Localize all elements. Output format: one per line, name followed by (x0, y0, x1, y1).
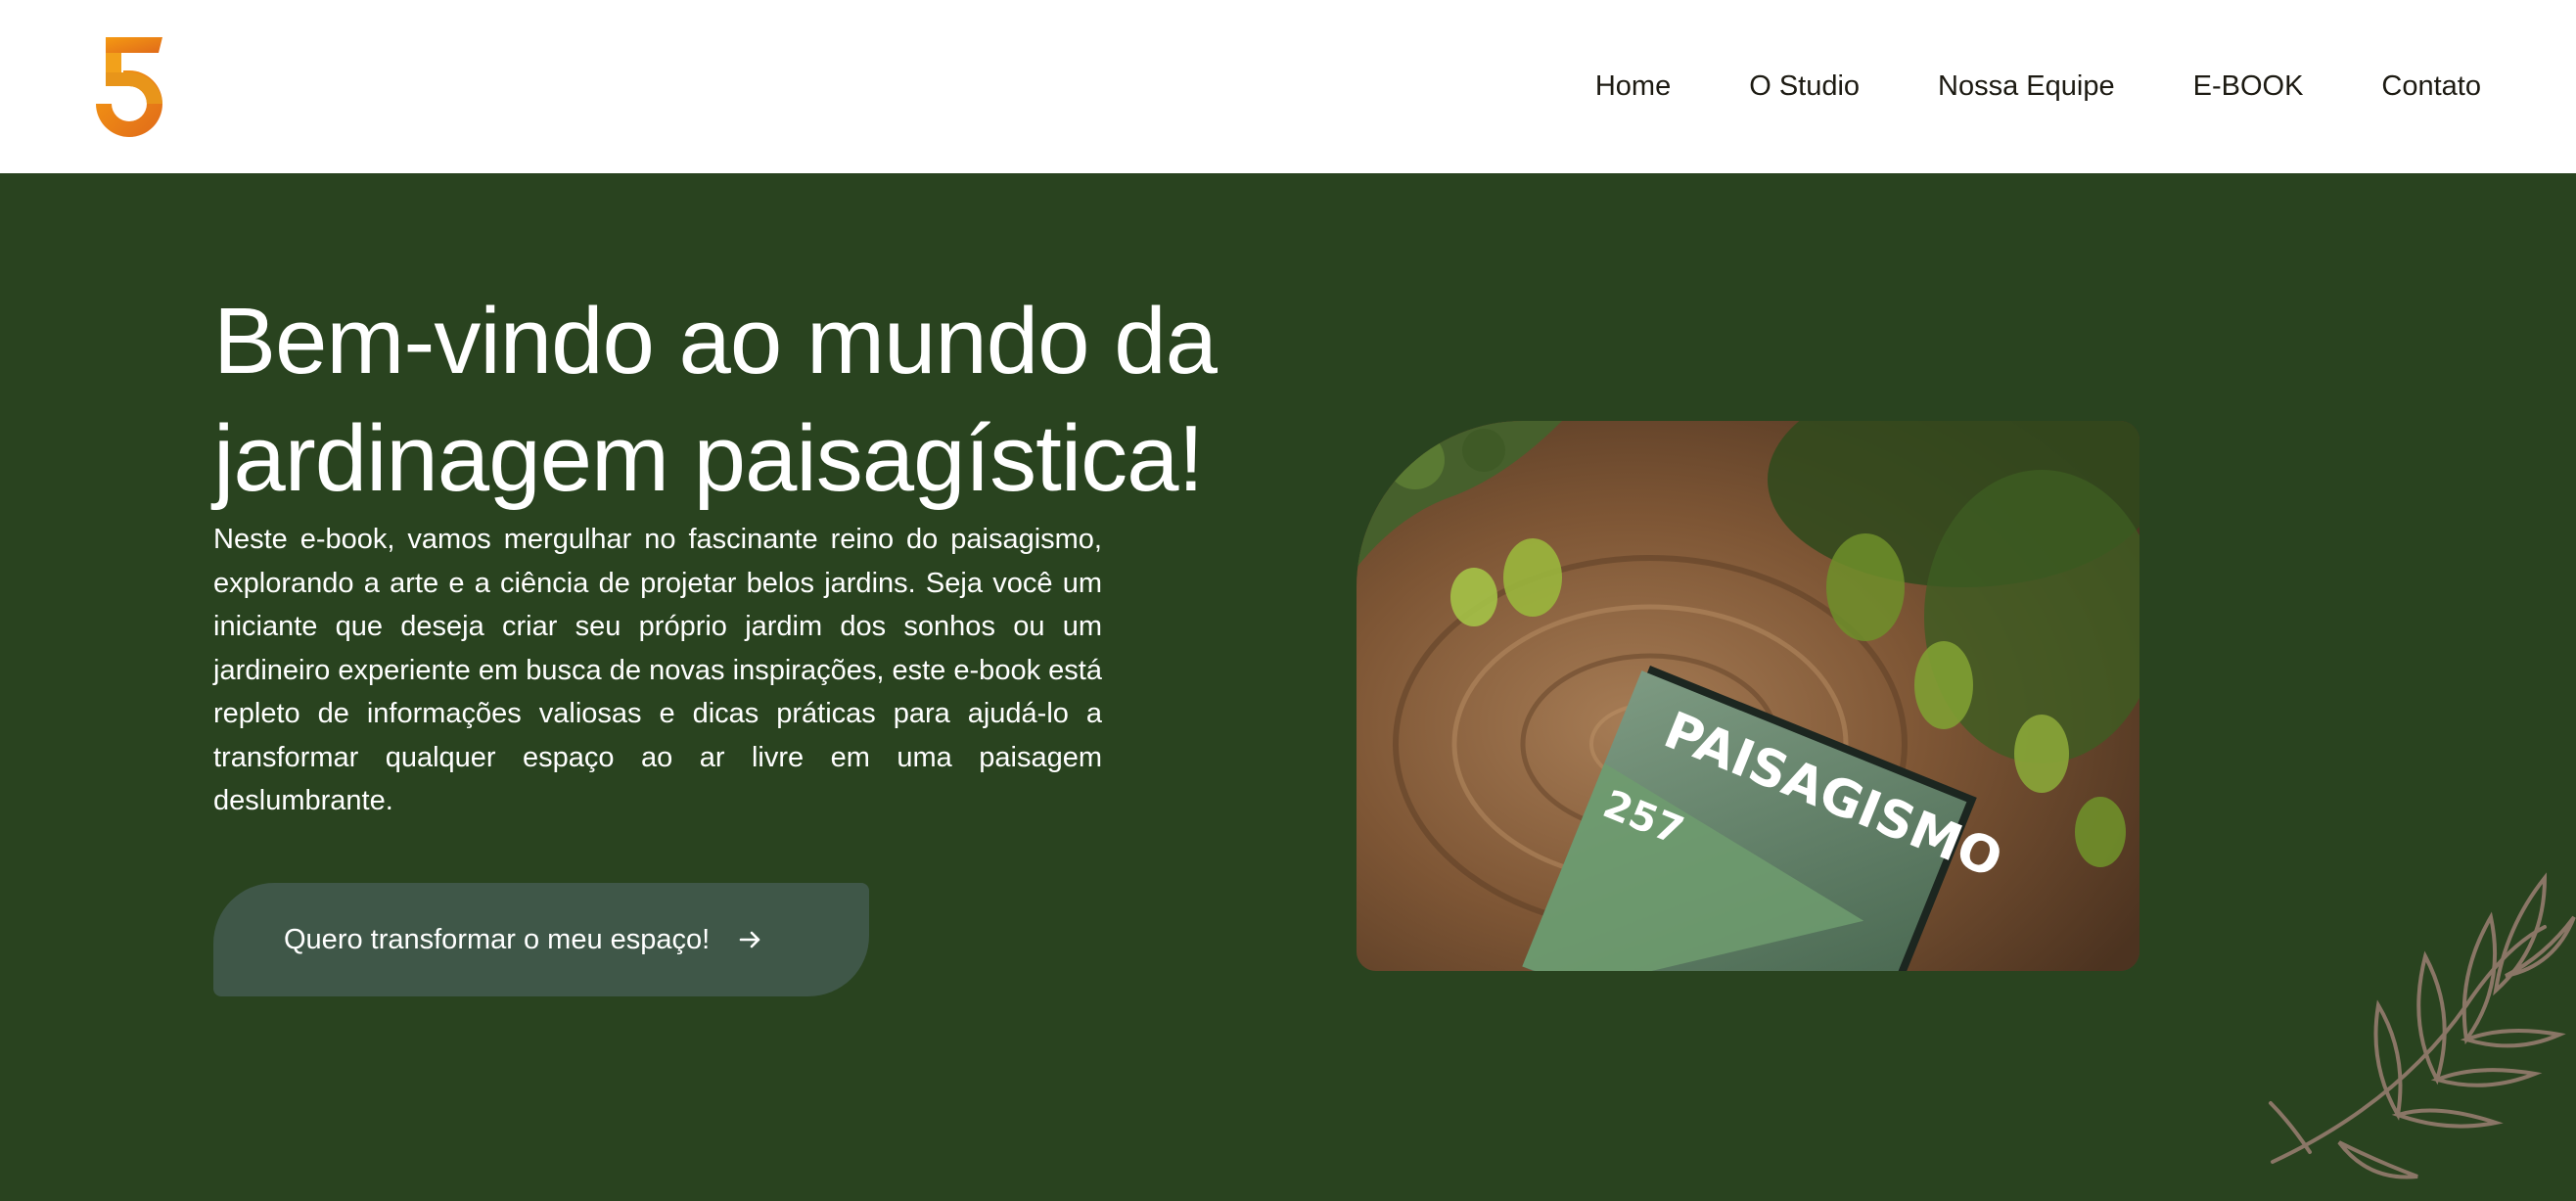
main-nav: Home O Studio Nossa Equipe E-BOOK Contat… (1517, 0, 2481, 173)
ebook-photo: PAISAGISMO 257 (1357, 421, 2139, 971)
arrow-right-icon (739, 931, 760, 948)
cta-label: Quero transformar o meu espaço! (284, 923, 711, 955)
nav-contato[interactable]: Contato (2381, 70, 2481, 103)
ebook-cover-image: PAISAGISMO 257 (1357, 421, 2139, 971)
hero-section: Bem-vindo ao mundo da jardinagem paisagí… (0, 173, 2576, 1186)
logo-icon[interactable] (94, 37, 162, 137)
hero-title: Bem-vindo ao mundo da jardinagem paisagí… (213, 289, 1218, 511)
nav-home[interactable]: Home (1595, 70, 1671, 103)
leaf-branch-icon (2269, 872, 2576, 1179)
cta-button[interactable]: Quero transformar o meu espaço! (213, 883, 869, 996)
nav-nossa-equipe[interactable]: Nossa Equipe (1938, 70, 2115, 103)
hero-description: Neste e-book, vamos mergulhar no fascina… (213, 524, 1102, 816)
nav-ebook[interactable]: E-BOOK (2193, 70, 2304, 103)
top-navbar: Home O Studio Nossa Equipe E-BOOK Contat… (0, 0, 2576, 173)
nav-o-studio[interactable]: O Studio (1749, 70, 1860, 103)
